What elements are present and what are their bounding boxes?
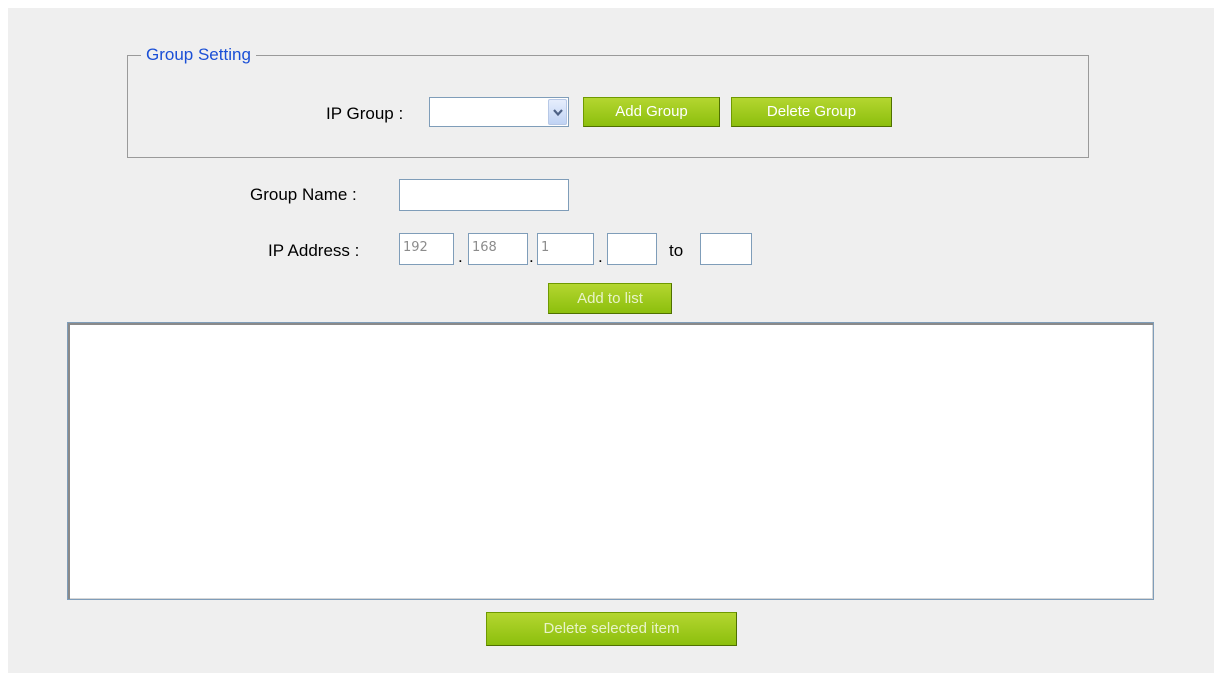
ip-octet-1-input[interactable]: 192 [399,233,454,265]
dropdown-button[interactable] [548,99,567,125]
delete-selected-item-button[interactable]: Delete selected item [486,612,737,646]
ip-end-input[interactable] [700,233,752,265]
ip-group-label: IP Group : [326,104,404,123]
ip-octet-2-input[interactable]: 168 [468,233,528,265]
delete-group-button[interactable]: Delete Group [731,97,892,127]
ip-dot-3: . [598,247,603,266]
ip-octet-4-input[interactable] [607,233,657,265]
ip-octet-3-input[interactable]: 1 [537,233,594,265]
ip-address-label: IP Address : [268,241,360,260]
ip-list-box[interactable] [67,322,1154,600]
add-group-button[interactable]: Add Group [583,97,720,127]
ip-dot-2: . [529,247,534,266]
group-name-input[interactable] [399,179,569,211]
add-to-list-button[interactable]: Add to list [548,283,672,314]
group-setting-legend: Group Setting [141,45,256,65]
to-label: to [669,241,684,260]
group-name-label: Group Name : [250,185,357,204]
ip-dot-1: . [458,247,463,266]
chevron-down-icon [553,109,563,117]
ip-group-select[interactable] [429,97,569,127]
